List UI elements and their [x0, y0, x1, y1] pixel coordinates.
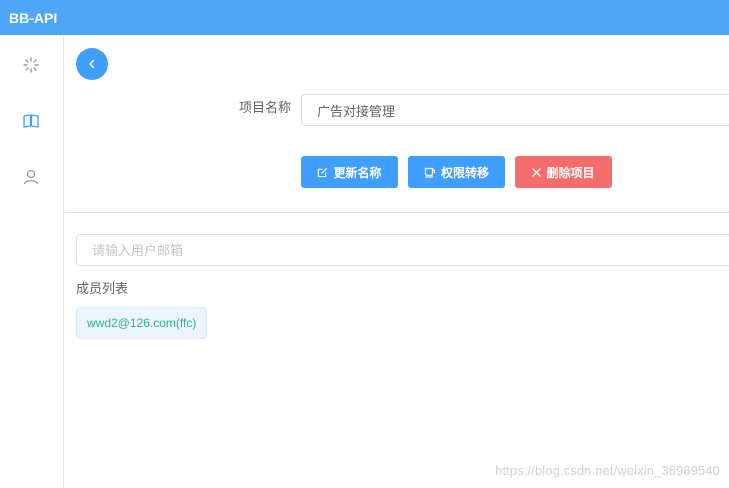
close-icon: [532, 167, 542, 177]
cup-icon: [424, 167, 436, 178]
book-icon[interactable]: [21, 111, 41, 131]
watermark: https://blog.csdn.net/weixin_38989540: [495, 463, 720, 478]
divider: [65, 212, 729, 213]
edit-icon: [318, 167, 328, 177]
transfer-button[interactable]: 权限转移: [408, 156, 505, 188]
loading-icon[interactable]: [21, 55, 41, 75]
app-header: BB-API: [0, 0, 729, 35]
member-list-title: 成员列表: [76, 281, 129, 296]
email-search-input[interactable]: [76, 234, 729, 266]
user-icon[interactable]: [21, 167, 41, 187]
transfer-button-label: 权限转移: [440, 165, 489, 180]
member-tag[interactable]: wwd2@126.com(ffc): [76, 307, 208, 339]
project-name-input[interactable]: [301, 94, 729, 126]
rename-button[interactable]: 更新名称: [301, 156, 398, 188]
sidebar: [0, 35, 64, 488]
delete-button[interactable]: 删除项目: [515, 156, 612, 188]
project-name-label: 项目名称: [238, 100, 291, 115]
main-content: 项目名称 更新名称 权限转移 删除项目 成员列表 wwd2@126.com(ff…: [65, 35, 729, 488]
back-button[interactable]: [76, 48, 108, 80]
chevron-left-icon: [89, 59, 95, 69]
delete-button-label: 删除项目: [546, 165, 595, 180]
app-title: BB-API: [9, 9, 58, 26]
rename-button-label: 更新名称: [333, 165, 382, 180]
